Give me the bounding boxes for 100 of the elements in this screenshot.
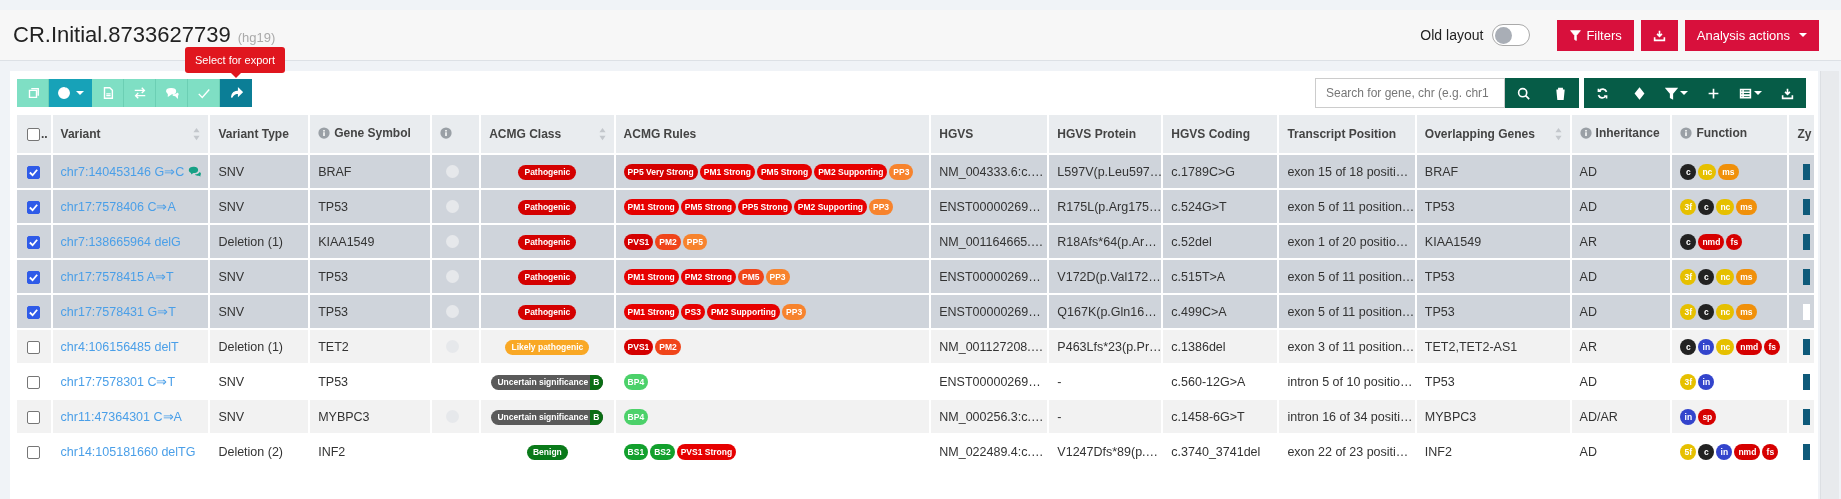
column-header[interactable]: Variant Type xyxy=(210,115,309,153)
table-cell: Deletion (2) xyxy=(218,444,284,459)
table-cell: TP53 xyxy=(318,374,349,389)
table-cell: SNV xyxy=(218,199,245,214)
table-row[interactable]: chr17:7578301 C⇒T SNV TP53 Uncertain significance B BP4 ENST00000269… - c.560-12G>A intron 5 of 10 positio… TP53 AD 3f in xyxy=(17,365,1814,398)
acmg-rule-badge: PM2 Supporting xyxy=(793,198,868,215)
analysis-title: CR.Initial.8733627739 xyxy=(13,22,231,48)
table-cell: AR xyxy=(1579,234,1597,249)
table-row[interactable]: chr17:7578431 G⇒T SNV TP53 Pathogenic PM1 Strong PS3 PM2 Supporting PP3 ENST00000269… Q167K(p.Gln16… c.499C>A exon 5 of 11 position… TP53 AD 3f c nc ms xyxy=(17,295,1814,328)
comments-icon xyxy=(164,86,179,100)
table-row[interactable]: chr7:138665964 delG Deletion (1) KIAA1549 Pathogenic PVS1 PM2 PP5 NM_001164665.… R18Afs*64(p.Ar… c.52del exon 1 of 20 positio… KIAA1549 AR c nmd fs xyxy=(17,225,1814,258)
table-cell: KIAA1549 xyxy=(318,234,375,249)
function-badge: c xyxy=(1680,163,1697,180)
function-badge: in xyxy=(1716,443,1733,460)
table-cell: exon 5 of 11 position… xyxy=(1287,269,1415,284)
select-all-checkbox[interactable] xyxy=(27,127,40,141)
table-cell: SNV xyxy=(218,409,245,424)
column-title: ACMG Rules xyxy=(623,127,697,141)
column-header[interactable] xyxy=(432,115,480,153)
table-row[interactable]: chr4:106156485 delT Deletion (1) TET2 Likely pathogenic PVS1 PM2 NM_001127208.… P463Lfs*23(p.Pr… c.1386del exon 3 of 11 position… TET2,TET2-AS1 AR c in nc nmd fs xyxy=(17,330,1814,363)
row-checkbox[interactable] xyxy=(27,200,40,214)
column-header[interactable]: HGVS xyxy=(931,115,1048,153)
table-row[interactable]: chr7:140453146 G⇒C SNV BRAF Pathogenic PP5 Very Strong PM1 Strong PM5 Strong PM2 Supporting PP3 NM_004333.6:c.… L597V(p.Leu597… c.1789C>G exon 15 of 18 positi… BRAF AD c nc ms xyxy=(17,155,1814,188)
table-cell: c.515T>A xyxy=(1171,269,1226,284)
function-badge: 3f xyxy=(1680,373,1697,390)
acmg-class-badge: Pathogenic xyxy=(518,304,577,320)
contrast-button[interactable] xyxy=(49,79,92,107)
row-checkbox[interactable] xyxy=(27,235,40,249)
function-badge: ms xyxy=(1718,163,1739,180)
table-row[interactable]: chr17:7578406 C⇒A SNV TP53 Pathogenic PM1 Strong PM5 Strong PP5 Strong PM2 Supporting PP3 ENST00000269… R175L(p.Arg175… c.524G>T exon 5 of 11 position… TP53 AD 3f c nc ms xyxy=(17,190,1814,223)
function-badge: 3f xyxy=(1680,268,1697,285)
acmg-rule-badge: PM5 xyxy=(738,268,764,285)
tooltip-pointer xyxy=(231,73,241,78)
acmg-class-badge: Uncertain significance B xyxy=(491,409,604,425)
column-title: Zy xyxy=(1797,127,1812,141)
table-cell: TET2,TET2-AS1 xyxy=(1424,339,1518,354)
acmg-class-badge: Pathogenic xyxy=(518,164,577,180)
trash-icon xyxy=(1554,86,1567,100)
share-arrow-icon xyxy=(229,86,243,100)
acmg-rule-badge: BS1 xyxy=(623,443,649,460)
column-header[interactable]: Overlapping Genes xyxy=(1416,115,1570,153)
table-row[interactable]: chr11:47364301 C⇒A SNV MYBPC3 Uncertain significance B BP4 NM_000256.3:c.… - c.1458-6G>T intron 16 of 34 positi… MYBPC3 AD/AR in sp xyxy=(17,400,1814,433)
function-badge: 3f xyxy=(1680,303,1697,320)
old-layout-toggle[interactable] xyxy=(1492,24,1531,46)
column-header[interactable]: Transcript Position xyxy=(1279,115,1415,153)
tooltip: Select for export xyxy=(185,47,286,73)
row-checkbox[interactable] xyxy=(27,305,40,319)
column-header[interactable]: Gene Symbol xyxy=(310,115,431,153)
check-button[interactable] xyxy=(188,79,220,107)
column-header[interactable]: ACMG Class xyxy=(481,115,614,153)
column-header[interactable]: Variant xyxy=(52,115,209,153)
table-cell: c.499C>A xyxy=(1171,304,1227,319)
column-title: Function xyxy=(1696,126,1748,140)
table-cell: KIAA1549 xyxy=(1424,234,1482,249)
sort-icon xyxy=(1633,86,1646,100)
table-cell: AD xyxy=(1579,199,1597,214)
acmg-rule-badge: BP4 xyxy=(623,373,649,390)
download-button[interactable] xyxy=(1640,19,1678,51)
column-header[interactable]: Inheritance xyxy=(1571,115,1671,153)
function-badge: nc xyxy=(1716,338,1735,355)
function-badge: fs xyxy=(1764,338,1781,355)
search-field[interactable]: Search for gene, chr (e.g. chr1 xyxy=(1315,78,1505,108)
table-row[interactable]: chr17:7578415 A⇒T SNV TP53 Pathogenic PM1 Strong PM2 Strong PM5 PP3 ENST00000269… V172D(p.Val172… c.515T>A exon 5 of 11 position… TP53 AD 3f c nc ms xyxy=(17,260,1814,293)
row-checkbox[interactable] xyxy=(27,270,40,284)
table-cell: SNV xyxy=(218,269,245,284)
function-badge: nc xyxy=(1716,303,1735,320)
acmg-rule-badge: PP3 xyxy=(765,268,790,285)
row-checkbox[interactable] xyxy=(27,410,40,424)
column-header[interactable]: HGVS Coding xyxy=(1163,115,1278,153)
column-header[interactable]: ACMG Rules xyxy=(615,115,930,153)
column-title: Gene Symbol xyxy=(334,126,411,140)
function-badge: in xyxy=(1698,338,1715,355)
table-cell: c.524G>T xyxy=(1171,199,1227,214)
acmg-class-badge: Benign xyxy=(526,444,568,460)
acmg-rule-badge: BP4 xyxy=(623,408,649,425)
table-row[interactable]: chr14:105181660 delTG Deletion (2) INF2 Benign BS1 BS2 PVS1 Strong NM_022489.4:c.… V1247Dfs*89(p.… c.3740_3741del exon 22 of 23 positi… INF2 AD 5f c in nmd fs xyxy=(17,435,1814,468)
column-title: Transcript Position xyxy=(1287,127,1397,141)
row-checkbox[interactable] xyxy=(27,165,40,179)
column-header[interactable]: HGVS Protein xyxy=(1049,115,1162,153)
row-checkbox[interactable] xyxy=(27,445,40,459)
function-badge: ms xyxy=(1736,303,1757,320)
refresh-icon xyxy=(1596,86,1609,100)
function-badge: fs xyxy=(1726,233,1743,250)
row-checkbox[interactable] xyxy=(27,340,40,354)
table-cell: ENST00000269… xyxy=(939,304,1041,319)
swap-arrows-icon xyxy=(132,86,147,100)
column-title: Inheritance xyxy=(1595,126,1660,140)
acmg-rule-badge: PP5 Very Strong xyxy=(623,163,698,180)
acmg-rule-badge: PP3 xyxy=(782,303,807,320)
analysis-actions-button[interactable]: Analysis actions xyxy=(1684,19,1819,51)
table-cell: NM_001164665.… xyxy=(939,234,1044,249)
row-checkbox[interactable] xyxy=(27,375,40,389)
function-badge: fs xyxy=(1762,443,1779,460)
filters-button[interactable]: Filters xyxy=(1557,19,1634,51)
column-header[interactable]: Zy xyxy=(1789,115,1814,153)
column-header[interactable]: Function xyxy=(1672,115,1788,153)
acmg-rule-badge: PM1 Strong xyxy=(623,198,679,215)
table-cell: AD xyxy=(1579,164,1597,179)
acmg-rule-badge: PM2 Supporting xyxy=(814,163,888,180)
function-badge: nmd xyxy=(1698,233,1725,250)
